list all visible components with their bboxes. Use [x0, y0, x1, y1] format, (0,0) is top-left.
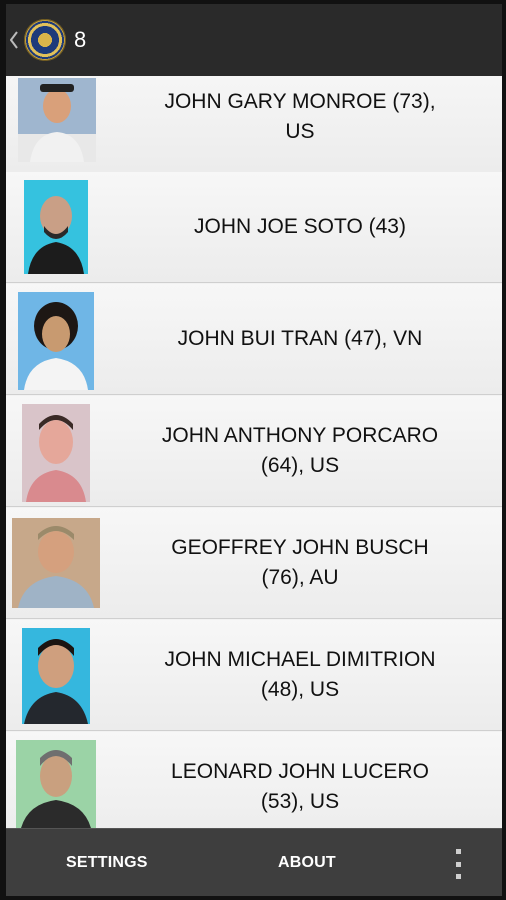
suspect-photo	[22, 404, 90, 502]
suspect-photo	[22, 628, 90, 724]
suspect-name: GEOFFREY JOHN BUSCH (76), AU	[171, 536, 429, 589]
results-list[interactable]: JOHN GARY MONROE (73), US JOHN JOE SOTO …	[6, 76, 502, 828]
settings-button[interactable]: SETTINGS	[66, 829, 148, 896]
suspect-name: JOHN JOE SOTO (43)	[194, 215, 406, 238]
suspect-photo	[12, 518, 100, 608]
suspect-photo	[16, 740, 96, 828]
more-vertical-icon[interactable]	[453, 849, 463, 879]
action-bar: 8	[6, 4, 502, 76]
list-item[interactable]: JOHN MICHAEL DIMITRION (48), US	[6, 620, 502, 731]
list-item[interactable]: GEOFFREY JOHN BUSCH (76), AU	[6, 508, 502, 619]
suspect-photo	[18, 292, 94, 390]
result-count: 8	[74, 27, 87, 52]
suspect-name: JOHN ANTHONY PORCARO (64), US	[161, 424, 439, 477]
list-item[interactable]: JOHN GARY MONROE (73), US	[6, 76, 502, 173]
suspect-name: JOHN MICHAEL DIMITRION (48), US	[164, 648, 436, 701]
list-item[interactable]: JOHN ANTHONY PORCARO (64), US	[6, 396, 502, 507]
suspect-photo	[18, 78, 96, 162]
suspect-name: LEONARD JOHN LUCERO (53), US	[171, 760, 429, 813]
suspect-name: JOHN BUI TRAN (47), VN	[177, 327, 423, 350]
about-button[interactable]: ABOUT	[278, 829, 336, 896]
list-item[interactable]: JOHN JOE SOTO (43)	[6, 172, 502, 283]
list-item[interactable]: LEONARD JOHN LUCERO (53), US	[6, 732, 502, 828]
list-item[interactable]: JOHN BUI TRAN (47), VN	[6, 284, 502, 395]
suspect-photo	[24, 180, 88, 274]
chevron-left-icon[interactable]	[10, 30, 18, 50]
bottom-bar: SETTINGS ABOUT	[6, 828, 502, 896]
suspect-name: JOHN GARY MONROE (73), US	[164, 90, 436, 143]
fbi-seal-icon[interactable]	[24, 19, 66, 61]
app-screen: 8 JOHN GARY MONROE (73), US JOHN JOE SOT…	[6, 4, 502, 896]
